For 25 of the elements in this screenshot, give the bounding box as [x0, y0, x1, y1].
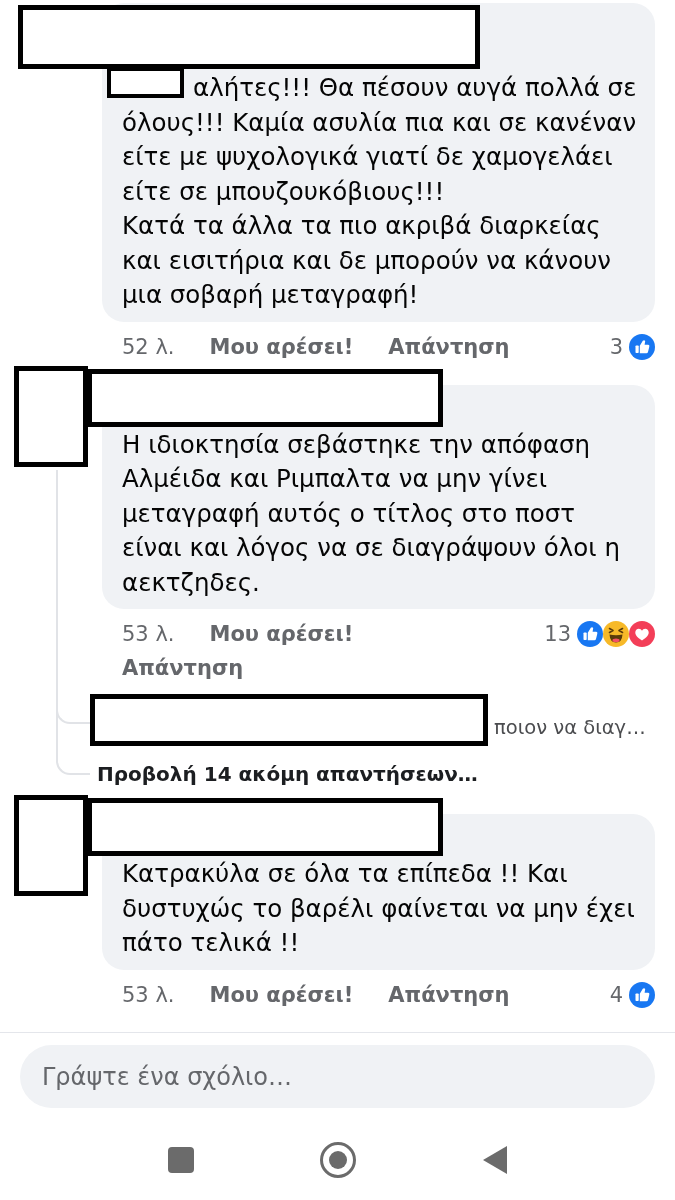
comment-time: 53 λ.: [122, 621, 175, 648]
laughing-face-icon: [603, 621, 629, 647]
like-link[interactable]: Μου αρέσει!: [209, 619, 354, 649]
comment-field[interactable]: Γράψτε ένα σχόλιο…: [20, 1045, 655, 1108]
view-more-replies-link[interactable]: Προβολή 14 ακόμη απαντήσεων…: [97, 762, 478, 786]
comment-text: Η ιδιοκτησία σεβάστηκε την απόφαση Αλμέιδα και Ριμπαλτα να μην γίνει μεταγραφή αυτός ο τίτλος στο ποστ είναι και λόγος να σε διαγράψουν όλοι η αεκτζηδες.: [122, 428, 621, 599]
thumbs-up-icon: [629, 333, 655, 360]
thumbs-up-icon: [577, 621, 603, 647]
comment-time: 53 λ.: [122, 981, 175, 1009]
reply-link[interactable]: Απάντηση: [388, 331, 510, 362]
back-icon[interactable]: [482, 1146, 507, 1174]
reaction-count: 4: [609, 981, 623, 1009]
comment-time: 52 λ.: [122, 333, 175, 361]
thumbs-up-icon: [629, 981, 655, 1008]
home-icon[interactable]: [319, 1142, 356, 1178]
reply-preview-text[interactable]: ποιον να διαγ…: [494, 701, 646, 739]
comment-text: αλήτες!!! Θα πέσουν αυγά πολλά σε όλους!!! Καμία ασυλία πια και σε κανέναν είτε με ψυχολογικά γιατί δε χαμογελάει είτε σε μπουζουκόβιους!!! Κατά τα άλλα τα πιο ακριβά διαρκείας και εισιτήρια και δε μπορούν να κάνουν μια σοβαρή μεταγραφή!: [122, 72, 638, 311]
reaction-count: 3: [609, 333, 623, 361]
reply-link[interactable]: Απάντηση: [388, 979, 510, 1010]
like-link[interactable]: Μου αρέσει!: [209, 331, 354, 362]
reply-link[interactable]: Απάντηση: [122, 653, 244, 683]
comment-text: Κατρακύλα σε όλα τα επίπεδα !! Και δυστυχώς το βαρέλι φαίνεται να μην έχει πάτο τελικά !!: [122, 858, 636, 959]
square-icon[interactable]: [167, 1147, 194, 1173]
like-link[interactable]: Μου αρέσει!: [209, 979, 354, 1010]
reaction-count: 13: [544, 621, 571, 648]
